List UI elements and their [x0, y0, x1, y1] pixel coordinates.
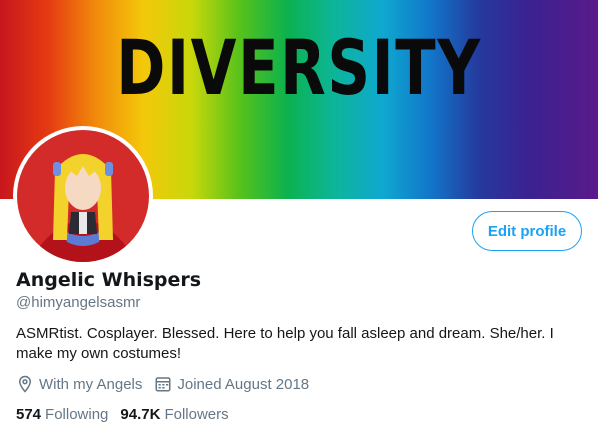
- calendar-icon: [155, 377, 171, 392]
- join-date: Joined August 2018: [154, 375, 309, 393]
- banner-text: DIVERSITY: [116, 23, 482, 112]
- profile-name: Angelic Whispers: [16, 269, 202, 291]
- following-link[interactable]: 574 Following: [16, 406, 108, 423]
- following-count: 574: [16, 406, 42, 423]
- location: With my Angels: [16, 375, 142, 393]
- followers-count: 94.7K: [120, 406, 161, 423]
- avatar-image: [17, 130, 149, 262]
- profile-meta: With my Angels Joined August 2018: [16, 375, 321, 393]
- join-date-text: Joined August 2018: [177, 375, 310, 393]
- location-pin-icon: [18, 375, 32, 393]
- profile-stats: 574 Following 94.7K Followers: [16, 406, 241, 423]
- avatar[interactable]: [13, 126, 153, 266]
- profile-handle: @himyangelsasmr: [16, 294, 141, 311]
- following-label: Following: [45, 406, 109, 423]
- location-text: With my Angels: [39, 375, 143, 393]
- followers-link[interactable]: 94.7K Followers: [120, 406, 228, 423]
- followers-label: Followers: [164, 406, 229, 423]
- profile-bio: ASMRtist. Cosplayer. Blessed. Here to he…: [16, 325, 554, 362]
- edit-profile-button[interactable]: Edit profile: [472, 211, 582, 251]
